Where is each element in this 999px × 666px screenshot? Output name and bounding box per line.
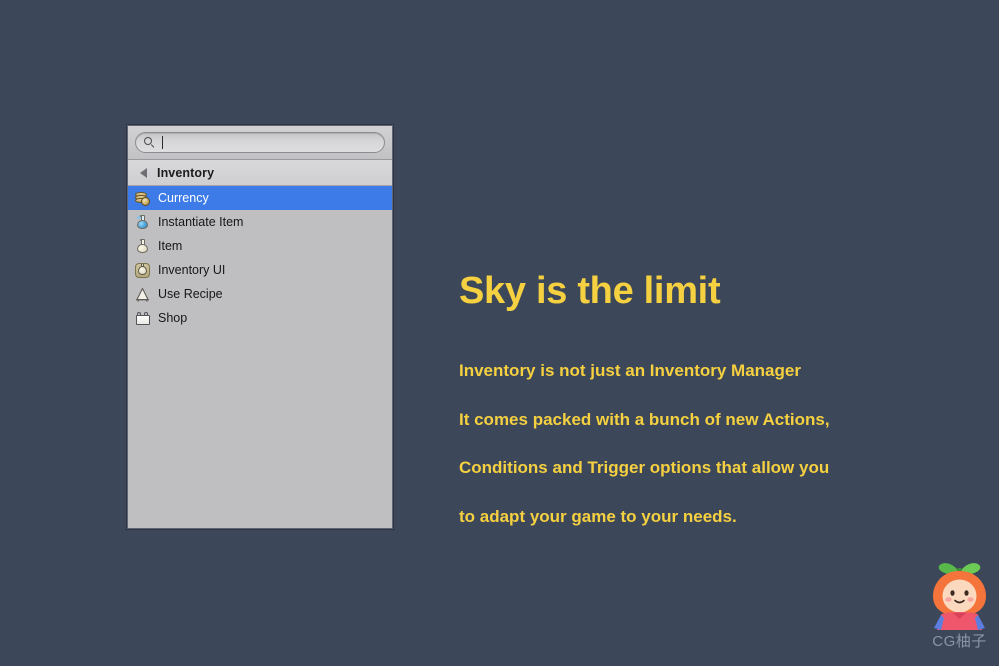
- body-line: It comes packed with a bunch of new Acti…: [459, 409, 830, 429]
- marketing-copy: Sky is the limit Inventory is not just a…: [459, 272, 929, 527]
- body-line: to adapt your game to your needs.: [459, 507, 737, 527]
- inventory-browser-panel: Inventory Currency ✦ Instantiate Item It…: [127, 125, 393, 529]
- item-list: Currency ✦ Instantiate Item Item Invento…: [128, 186, 392, 528]
- list-item-label: Instantiate Item: [158, 215, 244, 229]
- search-bar: [128, 126, 392, 160]
- blue-flask-icon: ✦: [134, 214, 151, 231]
- search-input[interactable]: [135, 132, 385, 153]
- list-item-currency[interactable]: Currency: [128, 186, 392, 210]
- panel-header[interactable]: Inventory: [128, 160, 392, 186]
- watermark: CG柚子: [920, 558, 999, 658]
- list-item-item[interactable]: Item: [128, 234, 392, 258]
- orange-mascot-icon: [933, 563, 986, 630]
- cream-flask-icon: [134, 238, 151, 255]
- watermark-text: CG柚子: [932, 633, 987, 650]
- search-icon: [144, 136, 156, 149]
- list-item-label: Use Recipe: [158, 287, 223, 301]
- inventory-ui-icon: [134, 262, 151, 279]
- list-item-instantiate-item[interactable]: ✦ Instantiate Item: [128, 210, 392, 234]
- shopping-bag-icon: [134, 310, 151, 327]
- list-item-label: Currency: [158, 191, 209, 205]
- body-line: Conditions and Trigger options that allo…: [459, 458, 830, 478]
- list-item-label: Inventory UI: [158, 263, 226, 277]
- list-item-inventory-ui[interactable]: Inventory UI: [128, 258, 392, 282]
- text-caret: [162, 136, 163, 149]
- recipe-alembic-icon: [134, 286, 151, 303]
- list-item-use-recipe[interactable]: Use Recipe: [128, 282, 392, 306]
- coins-icon: [134, 190, 151, 207]
- back-triangle-icon[interactable]: [140, 167, 147, 178]
- list-item-label: Item: [158, 239, 183, 253]
- list-item-label: Shop: [158, 311, 188, 325]
- list-item-shop[interactable]: Shop: [128, 306, 392, 330]
- body-line: Inventory is not just an Inventory Manag…: [459, 361, 801, 380]
- page-title: Inventory: [157, 165, 215, 180]
- headline: Sky is the limit: [459, 270, 721, 312]
